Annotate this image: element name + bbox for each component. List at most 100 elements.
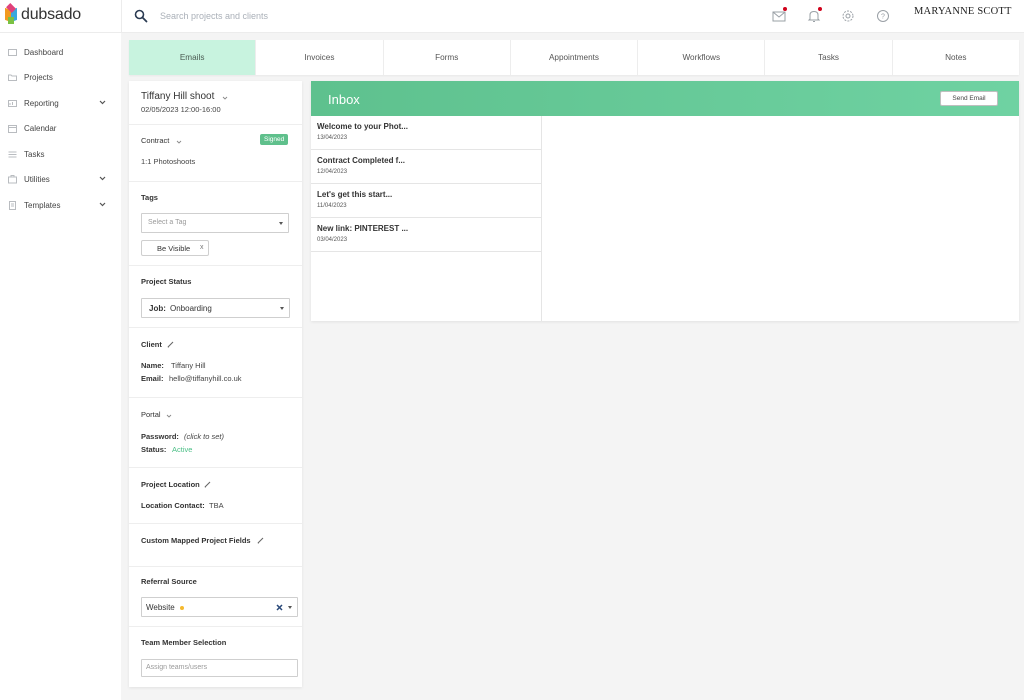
dashboard-icon [8,48,17,57]
sidebar-item-label: Templates [24,200,61,210]
pencil-icon[interactable] [204,481,211,488]
email-list-item[interactable]: New link: PINTEREST ... 03/04/2023 [311,218,542,252]
email-date: 12/04/2023 [317,169,348,175]
location-contact-value[interactable]: TBA [209,501,224,510]
pencil-icon[interactable] [257,537,264,544]
projects-icon [8,73,17,82]
sidebar-item-label: Calendar [24,123,57,133]
project-tabs: Emails Invoices Forms Appointments Workf… [129,40,1019,75]
app-logo[interactable]: dubsado [5,3,81,25]
project-header-section: Tiffany Hill shoot 02/05/2023 12:00-16:0… [129,81,302,125]
password-set-link[interactable]: (click to set) [184,432,224,441]
templates-icon [8,200,17,210]
client-email[interactable]: hello@tiffanyhill.co.uk [169,374,242,383]
tag-chip[interactable]: Be Visible x [141,240,209,256]
project-status-select[interactable]: Job: Onboarding [141,298,290,318]
gear-icon[interactable] [840,8,856,24]
chevron-down-icon [99,100,106,105]
team-member-placeholder: Assign teams/users [146,664,208,671]
email-subject: Let's get this start... [317,190,393,199]
referral-value: Website [146,603,175,612]
sidebar-item-dashboard[interactable]: Dashboard [8,44,112,60]
inbox-header: Inbox Send Email [311,81,1019,116]
chevron-down-icon [99,176,106,181]
sidebar-item-label: Dashboard [24,47,64,57]
sidebar-item-calendar[interactable]: Calendar [8,120,112,136]
help-icon[interactable]: ? [875,8,891,24]
tab-appointments[interactable]: Appointments [511,40,639,75]
sidebar-item-projects[interactable]: Projects [8,69,112,85]
portal-label[interactable]: Portal [141,410,161,419]
email-list: Welcome to your Phot... 13/04/2023 Contr… [311,116,542,321]
contract-label[interactable]: Contract [141,136,169,145]
tab-notes[interactable]: Notes [893,40,1019,75]
logo-mark-icon [5,3,17,25]
search-icon[interactable] [134,9,148,23]
referral-select[interactable]: Website [141,597,298,617]
inbox-title: Inbox [328,92,360,107]
tags-section: Tags Select a Tag Be Visible x [129,182,302,266]
referral-section: Referral Source Website [129,567,302,627]
team-member-label: Team Member Selection [141,638,227,647]
tag-select-placeholder: Select a Tag [148,219,187,226]
custom-fields-section: Custom Mapped Project Fields [129,524,302,567]
tag-remove-button[interactable]: x [200,244,204,251]
location-contact-label: Location Contact: [141,501,205,510]
caret-down-icon [279,222,283,225]
sidebar-item-label: Tasks [24,149,45,159]
email-list-item[interactable]: Welcome to your Phot... 13/04/2023 [311,116,542,150]
top-bar: dubsado ? MARYANNE SCOTT [0,0,1024,33]
chevron-down-icon[interactable] [222,95,228,101]
sidebar: Dashboard Projects Reporting Calendar Ta… [0,33,121,700]
project-location-label: Project Location [141,480,200,489]
caret-down-icon [288,606,292,609]
project-status-section: Project Status Job: Onboarding [129,266,302,328]
tab-tasks[interactable]: Tasks [765,40,893,75]
email-date: 13/04/2023 [317,135,348,141]
sidebar-item-utilities[interactable]: Utilities [8,171,112,187]
sidebar-item-reporting[interactable]: Reporting [8,95,112,111]
sidebar-item-label: Reporting [24,98,59,108]
pencil-icon[interactable] [167,341,174,348]
bell-notification-dot [818,7,822,11]
send-email-button[interactable]: Send Email [940,91,998,106]
search-input[interactable] [160,8,460,24]
user-name[interactable]: MARYANNE SCOTT [914,6,1012,17]
project-title[interactable]: Tiffany Hill shoot [141,91,214,102]
portal-status-label: Status: [141,445,167,454]
clear-icon[interactable] [276,604,283,611]
email-list-item[interactable]: Contract Completed f... 12/04/2023 [311,150,542,184]
client-section: Client Name: Tiffany Hill Email: hello@t… [129,328,302,398]
top-divider [121,0,122,33]
project-datetime: 02/05/2023 12:00-16:00 [141,105,221,114]
app-name: dubsado [21,6,81,23]
calendar-icon [8,124,17,133]
tab-workflows[interactable]: Workflows [638,40,766,75]
sidebar-item-templates[interactable]: Templates [8,197,112,213]
utilities-icon [8,174,17,184]
email-date: 03/04/2023 [317,237,348,243]
contract-status-badge: Signed [260,134,289,145]
client-name[interactable]: Tiffany Hill [171,361,206,370]
tab-emails[interactable]: Emails [129,40,257,75]
email-subject: Welcome to your Phot... [317,122,408,131]
project-details-panel: Tiffany Hill shoot 02/05/2023 12:00-16:0… [129,81,302,687]
sidebar-item-label: Utilities [24,174,50,184]
contract-name[interactable]: 1:1 Photoshoots [141,157,195,166]
tab-invoices[interactable]: Invoices [256,40,384,75]
chevron-down-icon[interactable] [166,413,172,419]
tasks-icon [8,150,17,159]
tab-forms[interactable]: Forms [384,40,511,75]
portal-section: Portal Password: (click to set) Status: … [129,398,302,468]
chevron-down-icon[interactable] [176,139,182,145]
sidebar-item-tasks[interactable]: Tasks [8,146,112,162]
referral-label: Referral Source [141,577,197,586]
team-member-input[interactable]: Assign teams/users [141,659,298,677]
client-label: Client [141,340,162,349]
custom-fields-label: Custom Mapped Project Fields [141,536,251,545]
tag-select[interactable]: Select a Tag [141,213,289,233]
status-prefix: Job: [149,304,166,313]
client-name-label: Name: [141,361,164,370]
email-list-item[interactable]: Let's get this start... 11/04/2023 [311,184,542,218]
project-status-label: Project Status [141,277,192,286]
